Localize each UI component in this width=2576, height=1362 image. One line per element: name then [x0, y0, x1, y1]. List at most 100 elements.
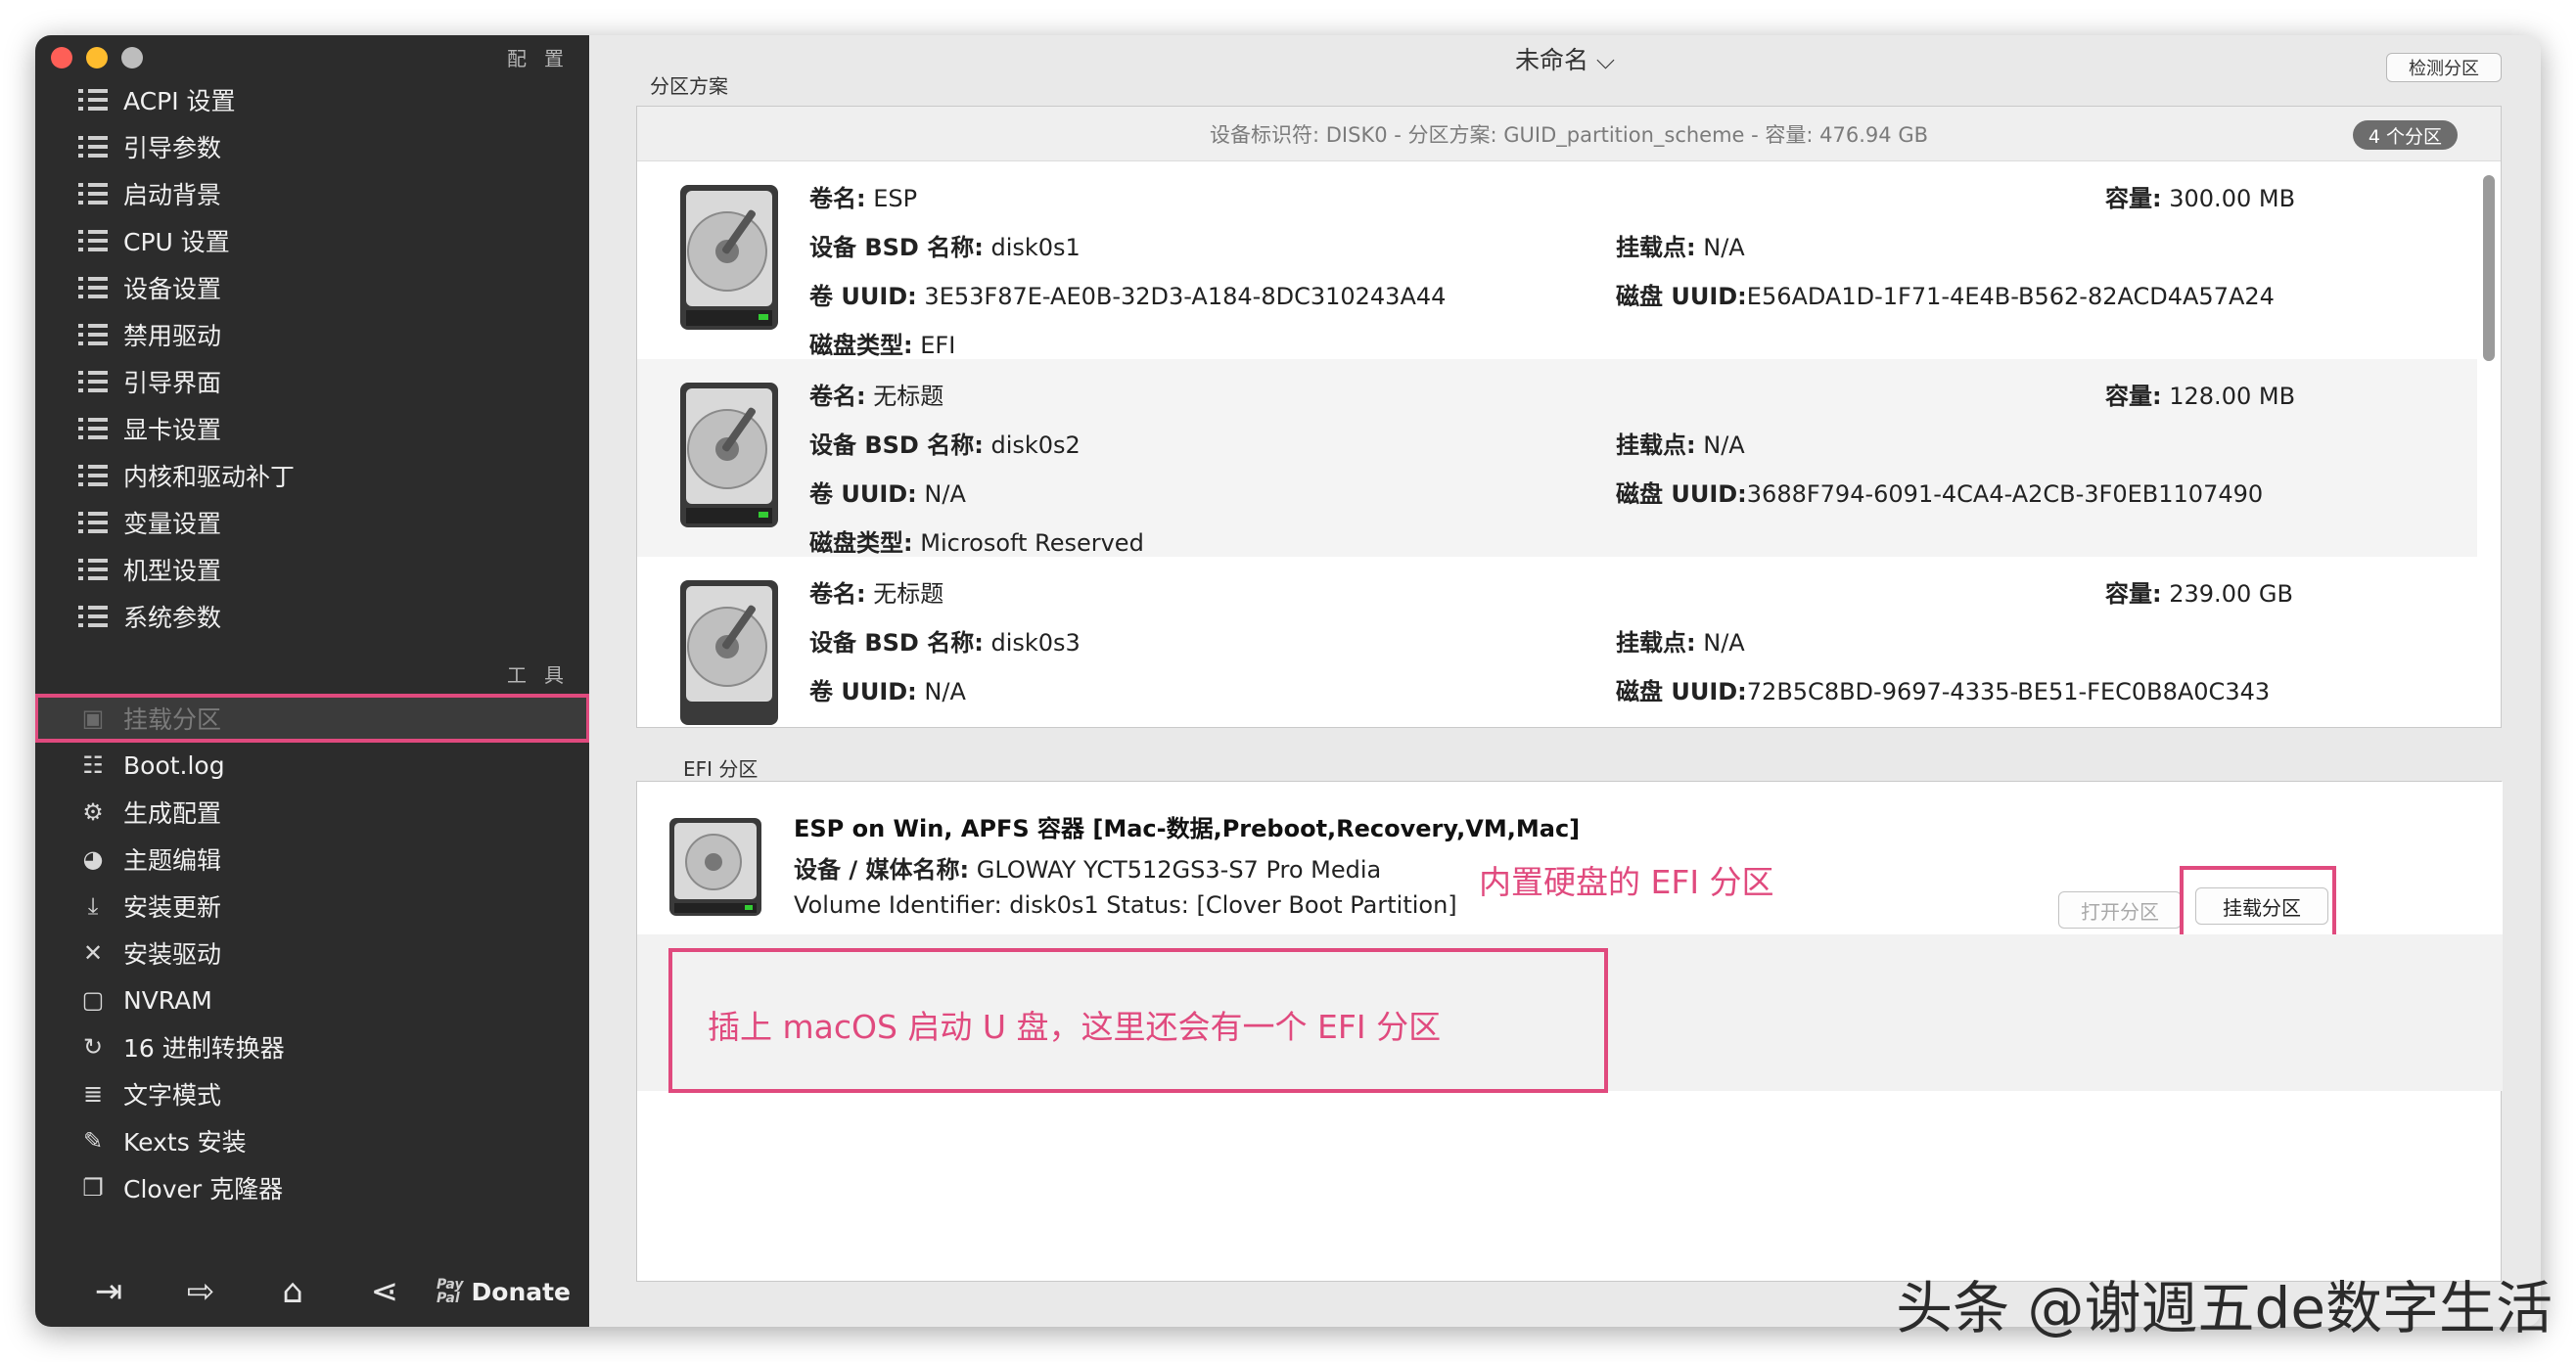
bsd-label: 设备 BSD 名称:: [809, 629, 984, 657]
bsd-value: disk0s2: [990, 431, 1081, 459]
sidebar-item-boot-log[interactable]: ☷ Boot.log: [35, 742, 589, 789]
capacity-label: 容量:: [2105, 580, 2162, 608]
sidebar-item-text-mode[interactable]: ≣ 文字模式: [35, 1070, 589, 1117]
usb-efi-annotation: 插上 macOS 启动 U 盘，这里还会有一个 EFI 分区: [708, 1008, 1442, 1046]
import-icon[interactable]: ⇥: [63, 1272, 155, 1311]
share-icon[interactable]: ⋖: [339, 1272, 431, 1311]
type-label: 磁盘类型:: [809, 332, 913, 359]
hard-disk-icon: [669, 818, 761, 916]
sidebar-item-boot-graphics[interactable]: 启动背景: [35, 170, 589, 217]
type-value: EFI: [920, 332, 956, 359]
partition-rows[interactable]: 卷名: ESP 容量: 300.00 MB 设备 BSD 名称: disk0s1…: [637, 161, 2477, 727]
window-title[interactable]: 未命名 ⌵: [589, 41, 2541, 76]
sidebar-item-label: 引导参数: [123, 134, 222, 162]
sidebar-item-label: 文字模式: [123, 1081, 222, 1110]
type-label: 磁盘类型:: [809, 529, 913, 557]
partition-row[interactable]: 卷名: ESP 容量: 300.00 MB 设备 BSD 名称: disk0s1…: [637, 161, 2477, 359]
sidebar-item-label: 主题编辑: [123, 846, 222, 875]
efi-partition-label: EFI 分区: [683, 757, 759, 781]
sidebar-item-disable-drivers[interactable]: 禁用驱动: [35, 311, 589, 358]
disk-uuid-value: 3688F794-6091-4CA4-A2CB-3F0EB1107490: [1746, 480, 2264, 508]
sidebar-item-clover-cloner[interactable]: ❐ Clover 克隆器: [35, 1164, 589, 1211]
mount-value: N/A: [1703, 629, 1745, 657]
sidebar-item-label: 设备设置: [123, 275, 222, 303]
disk-uuid-label: 磁盘 UUID:: [1616, 283, 1747, 310]
list-icon: [76, 603, 110, 630]
sidebar-item-variables[interactable]: 变量设置: [35, 499, 589, 546]
close-window-button[interactable]: [51, 47, 72, 68]
log-icon: ☷: [82, 751, 104, 779]
home-icon[interactable]: ⌂: [247, 1272, 339, 1311]
efi-title: ESP on Win, APFS 容器 [Mac-数据,Preboot,Reco…: [794, 815, 1581, 842]
sidebar-item-label: Clover 克隆器: [123, 1175, 284, 1203]
watermark: 头条 @谢週五de数字生活: [1896, 1275, 2553, 1341]
partition-row[interactable]: 卷名: 无标题 容量: 128.00 MB 设备 BSD 名称: disk0s2…: [637, 359, 2477, 557]
disk-info-header: 设备标识符: DISK0 - 分区方案: GUID_partition_sche…: [637, 107, 2501, 161]
sidebar-item-generate-config[interactable]: ⚙ 生成配置: [35, 789, 589, 836]
tools-icon: ✕: [82, 939, 104, 967]
sidebar-item-theme-editor[interactable]: ◕ 主题编辑: [35, 836, 589, 883]
partition-row[interactable]: 卷名: 无标题 容量: 239.00 GB 设备 BSD 名称: disk0s3…: [637, 557, 2477, 727]
bsd-value: disk0s3: [990, 629, 1081, 657]
sidebar-item-system-params[interactable]: 系统参数: [35, 593, 589, 640]
refresh-icon: ↻: [82, 1033, 104, 1061]
capacity-value: 300.00 MB: [2169, 185, 2296, 212]
window-controls: [51, 47, 143, 68]
volume-label: 卷名:: [809, 383, 866, 410]
sidebar-item-mount-partition[interactable]: ▣ 挂载分区: [35, 694, 590, 743]
sidebar-item-graphics[interactable]: 显卡设置: [35, 405, 589, 452]
sidebar-item-label: 启动背景: [123, 181, 222, 209]
sidebar-item-acpi[interactable]: ACPI 设置: [35, 76, 589, 123]
sidebar-item-install-drivers[interactable]: ✕ 安装驱动: [35, 930, 589, 976]
capacity-value: 239.00 GB: [2169, 580, 2293, 608]
sidebar-item-kernel-patches[interactable]: 内核和驱动补丁: [35, 452, 589, 499]
list-icon: [76, 509, 110, 536]
sidebar-item-label: 内核和驱动补丁: [123, 463, 296, 491]
sidebar-item-boot-args[interactable]: 引导参数: [35, 123, 589, 170]
sidebar-item-gui[interactable]: 引导界面: [35, 358, 589, 405]
sidebar-item-nvram[interactable]: ▢ NVRAM: [35, 976, 589, 1023]
sidebar-item-hex-converter[interactable]: ↻ 16 进制转换器: [35, 1023, 589, 1070]
mount-label: 挂载点:: [1616, 234, 1696, 261]
sidebar-item-label: 禁用驱动: [123, 322, 222, 350]
disk-uuid-value: E56ADA1D-1F71-4E4B-B562-82ACD4A57A24: [1746, 283, 2275, 310]
sidebar-item-label: 系统参数: [123, 604, 222, 632]
list-icon: [76, 227, 110, 254]
bsd-label: 设备 BSD 名称:: [809, 431, 984, 459]
open-partition-button[interactable]: 打开分区: [2058, 891, 2182, 929]
gears-icon: ⚙: [82, 798, 104, 826]
export-icon[interactable]: ⇨: [155, 1272, 247, 1311]
scrollbar[interactable]: [2483, 165, 2495, 721]
sidebar-item-kexts-install[interactable]: ✎ Kexts 安装: [35, 1117, 589, 1164]
tools-section-header: 工具: [507, 663, 581, 687]
partition-scheme-label: 分区方案: [650, 74, 728, 98]
uuid-label: 卷 UUID:: [809, 480, 917, 508]
minimize-window-button[interactable]: [86, 47, 108, 68]
sidebar-item-label: 生成配置: [123, 799, 222, 828]
volume-name: 无标题: [873, 383, 944, 410]
list-icon: [76, 86, 110, 114]
zoom-window-button[interactable]: [121, 47, 143, 68]
sidebar-item-label: Boot.log: [123, 750, 225, 780]
sidebar-item-smbios[interactable]: 机型设置: [35, 546, 589, 593]
disk-icon: ▣: [81, 704, 105, 732]
scrollbar-thumb[interactable]: [2483, 175, 2495, 361]
sidebar-item-label: 安装驱动: [123, 940, 222, 969]
donate-button[interactable]: Pay Pal Donate: [437, 1278, 571, 1306]
volume-label: 卷名:: [809, 580, 866, 608]
sidebar-item-label: 16 进制转换器: [123, 1034, 285, 1063]
list-icon: [76, 368, 110, 395]
sidebar-item-install-update[interactable]: ⤓ 安装更新: [35, 883, 589, 930]
volume-name: 无标题: [873, 580, 944, 608]
volume-label: 卷名:: [809, 185, 866, 212]
sidebar-item-devices[interactable]: 设备设置: [35, 264, 589, 311]
sidebar-item-cpu[interactable]: CPU 设置: [35, 217, 589, 264]
detect-partitions-button[interactable]: 检测分区: [2386, 53, 2502, 82]
list-icon: [76, 133, 110, 160]
tools-nav: ▣ 挂载分区 ☷ Boot.log ⚙ 生成配置 ◕ 主题编辑 ⤓ 安装更新 ✕ 安装驱动 …: [35, 694, 590, 1211]
sidebar-item-label: Kexts 安装: [123, 1128, 247, 1157]
clone-icon: ❐: [82, 1174, 104, 1202]
efi-row[interactable]: ESP on Win, APFS 容器 [Mac-数据,Preboot,Reco…: [637, 782, 2503, 946]
sidebar-item-label: 机型设置: [123, 557, 222, 585]
palette-icon: ◕: [82, 845, 104, 873]
